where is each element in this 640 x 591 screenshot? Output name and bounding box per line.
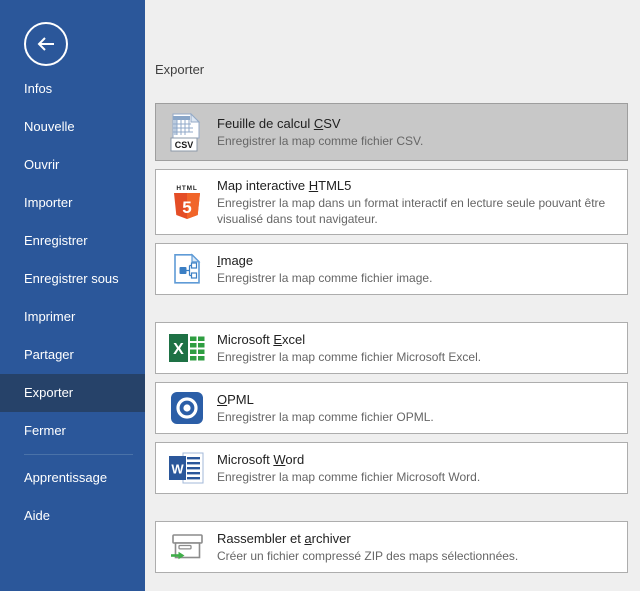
title-text: Map interactive (217, 178, 309, 193)
export-option-text: Map interactive HTML5 Enregistrer la map… (217, 177, 615, 227)
export-option-description: Enregistrer la map comme fichier Microso… (217, 469, 480, 485)
title-accelerator: W (273, 452, 285, 467)
page-title: Exporter (155, 62, 640, 77)
export-option-title: OPML (217, 391, 434, 408)
sidebar-separator (24, 454, 133, 455)
image-file-icon (168, 252, 206, 286)
export-option-text: Rassembler et archiver Créer un fichier … (217, 530, 518, 564)
excel-icon: X (168, 332, 206, 364)
export-option-title: Rassembler et archiver (217, 530, 518, 547)
archive-box-icon (168, 532, 206, 562)
title-accelerator: E (273, 332, 282, 347)
excel-icon-letter: X (173, 341, 184, 358)
export-option-description: Enregistrer la map dans un format intera… (217, 195, 615, 227)
html5-icon-digit: 5 (182, 198, 191, 217)
export-option-title: Feuille de calcul CSV (217, 115, 423, 132)
title-accelerator: C (314, 116, 323, 131)
export-option-description: Enregistrer la map comme fichier image. (217, 270, 432, 286)
export-option-excel[interactable]: X Microsoft Excel Enregistrer la map com… (155, 322, 628, 374)
title-text: PML (227, 392, 254, 407)
sidebar-item-partager[interactable]: Partager (0, 336, 145, 374)
export-option-text: Feuille de calcul CSV Enregistrer la map… (217, 115, 423, 149)
export-option-description: Enregistrer la map comme fichier Microso… (217, 349, 481, 365)
export-option-title: Map interactive HTML5 (217, 177, 615, 194)
title-text: mage (221, 253, 254, 268)
title-text: Feuille de calcul (217, 116, 314, 131)
sidebar-item-nouvelle[interactable]: Nouvelle (0, 108, 145, 146)
export-option-description: Enregistrer la map comme fichier OPML. (217, 409, 434, 425)
word-icon-letter: W (171, 462, 184, 477)
sidebar-item-importer[interactable]: Importer (0, 184, 145, 222)
group-gap (155, 502, 628, 521)
title-text: ord (285, 452, 304, 467)
export-option-image[interactable]: Image Enregistrer la map comme fichier i… (155, 243, 628, 295)
sidebar-item-enregistrer-sous[interactable]: Enregistrer sous (0, 260, 145, 298)
back-arrow-icon (34, 32, 58, 56)
export-option-description: Créer un fichier compressé ZIP des maps … (217, 548, 518, 564)
title-text: Rassembler et (217, 531, 304, 546)
word-icon: W (168, 452, 206, 484)
html5-icon: HTML 5 (168, 183, 206, 221)
csv-icon-label: CSV (175, 140, 194, 150)
export-panel: Exporter CSV Feuille de calcul CSV Enreg… (145, 0, 640, 591)
sidebar-nav: Infos Nouvelle Ouvrir Importer Enregistr… (0, 70, 145, 535)
backstage-sidebar: Infos Nouvelle Ouvrir Importer Enregistr… (0, 0, 145, 591)
back-button[interactable] (24, 22, 68, 66)
export-options-list: CSV Feuille de calcul CSV Enregistrer la… (155, 103, 628, 573)
export-option-title: Microsoft Excel (217, 331, 481, 348)
export-option-text: OPML Enregistrer la map comme fichier OP… (217, 391, 434, 425)
export-option-text: Image Enregistrer la map comme fichier i… (217, 252, 432, 286)
title-text: rchiver (312, 531, 351, 546)
export-option-csv[interactable]: CSV Feuille de calcul CSV Enregistrer la… (155, 103, 628, 161)
sidebar-item-exporter[interactable]: Exporter (0, 374, 145, 412)
title-text: TML5 (318, 178, 351, 193)
sidebar-item-ouvrir[interactable]: Ouvrir (0, 146, 145, 184)
sidebar-item-fermer[interactable]: Fermer (0, 412, 145, 450)
csv-spreadsheet-icon: CSV (168, 111, 206, 153)
export-option-title: Image (217, 252, 432, 269)
title-accelerator: O (217, 392, 227, 407)
export-option-description: Enregistrer la map comme fichier CSV. (217, 133, 423, 149)
sidebar-item-aide[interactable]: Aide (0, 497, 145, 535)
title-text: xcel (282, 332, 305, 347)
html5-icon-word: HTML (176, 185, 197, 192)
export-option-text: Microsoft Excel Enregistrer la map comme… (217, 331, 481, 365)
sidebar-item-imprimer[interactable]: Imprimer (0, 298, 145, 336)
title-accelerator: H (309, 178, 318, 193)
group-gap (155, 303, 628, 322)
export-option-html5[interactable]: HTML 5 Map interactive HTML5 Enregistrer… (155, 169, 628, 235)
title-text: Microsoft (217, 332, 273, 347)
sidebar-item-apprentissage[interactable]: Apprentissage (0, 459, 145, 497)
title-text: SV (323, 116, 340, 131)
opml-icon (168, 392, 206, 424)
export-option-word[interactable]: W Microsoft Word Enregistrer la map comm… (155, 442, 628, 494)
export-option-title: Microsoft Word (217, 451, 480, 468)
title-text: Microsoft (217, 452, 273, 467)
export-option-archive[interactable]: Rassembler et archiver Créer un fichier … (155, 521, 628, 573)
export-option-opml[interactable]: OPML Enregistrer la map comme fichier OP… (155, 382, 628, 434)
title-accelerator: a (304, 531, 311, 546)
export-option-text: Microsoft Word Enregistrer la map comme … (217, 451, 480, 485)
sidebar-item-infos[interactable]: Infos (0, 70, 145, 108)
sidebar-item-enregistrer[interactable]: Enregistrer (0, 222, 145, 260)
